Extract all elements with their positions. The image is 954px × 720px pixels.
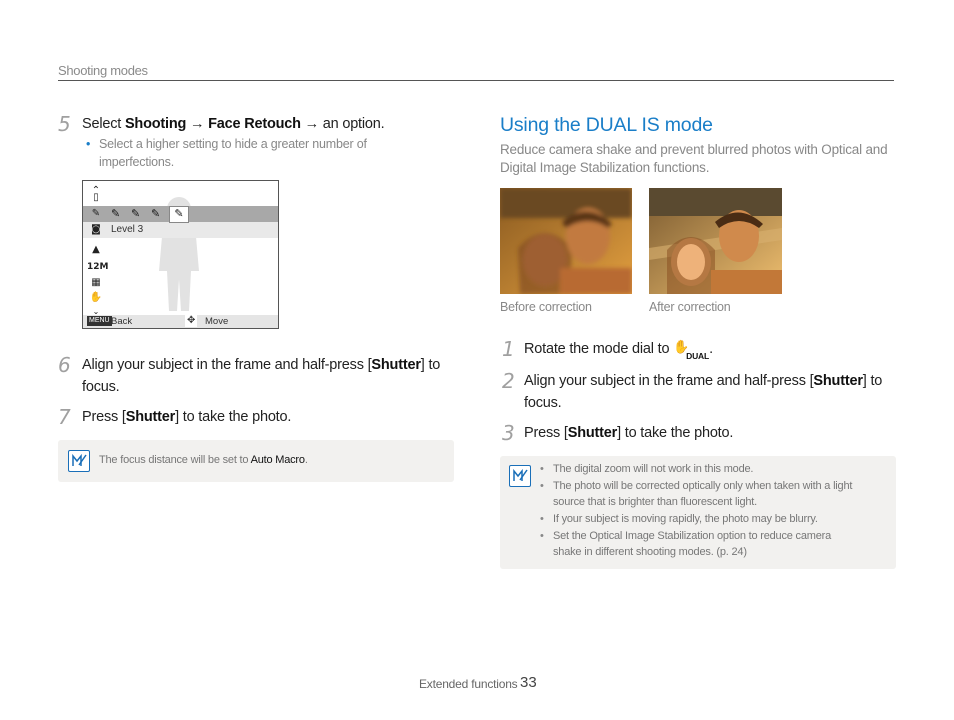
face-detect-icon: ◙ bbox=[91, 224, 101, 235]
footer-section-label: Extended functions bbox=[419, 677, 518, 691]
note-icon bbox=[68, 450, 90, 472]
right-step-1-pre: Rotate the mode dial to bbox=[524, 341, 670, 357]
camera-screen: ⌃ ▯ ✎ ◙ ▲ 12M ▦ ✋ ⌄ ✎ ✎ ✎ ✎ Level 3 MENU… bbox=[82, 180, 279, 329]
screen-bottom-bar: MENU Back ✥ Move bbox=[83, 315, 278, 328]
note-item: If your subject is moving rapidly, the p… bbox=[540, 511, 860, 527]
step-number-7: 7 bbox=[58, 405, 71, 429]
step-7-bold: Shutter bbox=[125, 409, 176, 425]
right-step-number-2: 2 bbox=[502, 369, 515, 393]
section-header: Shooting modes bbox=[58, 63, 148, 78]
section-title: Using the DUAL IS mode bbox=[500, 114, 713, 136]
caption-before: Before correction bbox=[500, 300, 592, 314]
step-7-post: ] to take the photo. bbox=[175, 409, 292, 425]
menu-key: MENU bbox=[87, 316, 112, 326]
step-6-pre: Align your subject in the frame and half… bbox=[82, 357, 372, 373]
right-step-3-bold: Shutter bbox=[567, 425, 618, 441]
quality-icon: ▦ bbox=[91, 277, 101, 288]
retouch-level-icon: ✎ bbox=[91, 208, 101, 219]
note-item: The photo will be corrected optically on… bbox=[540, 478, 860, 510]
dual-is-mode-icon: ✋ DUAL bbox=[673, 340, 709, 361]
step-5-text: Select Shooting → Face Retouch → an opti… bbox=[82, 113, 452, 135]
right-step-1-post: . bbox=[709, 341, 714, 357]
back-label: Back bbox=[111, 316, 133, 327]
note-item: Set the Optical Image Stabilization opti… bbox=[540, 528, 860, 560]
after-correction-photo bbox=[649, 188, 782, 294]
left-note-box: The focus distance will be set to Auto M… bbox=[58, 440, 454, 482]
level-label: Level 3 bbox=[111, 224, 144, 235]
step-5-bold-1: Shooting bbox=[124, 116, 187, 132]
left-note-text: The focus distance will be set to Auto M… bbox=[99, 452, 449, 469]
retouch-option-2[interactable]: ✎ bbox=[131, 207, 140, 220]
before-correction-photo bbox=[500, 188, 632, 294]
retouch-option-4-selected[interactable]: ✎ bbox=[169, 206, 189, 223]
right-note-box: The digital zoom will not work in this m… bbox=[500, 456, 896, 569]
step-5-bullet: Select a higher setting to hide a greate… bbox=[99, 137, 367, 169]
section-description: Reduce camera shake and prevent blurred … bbox=[500, 142, 888, 175]
right-note-list: The digital zoom will not work in this m… bbox=[540, 461, 860, 560]
note-bold: Auto Macro bbox=[250, 454, 305, 466]
right-step-3-pre: Press [ bbox=[524, 425, 568, 441]
focus-icon: ▯ bbox=[93, 192, 99, 203]
dual-icon-label: DUAL bbox=[686, 351, 709, 362]
right-step-1-text: Rotate the mode dial to ✋ DUAL . bbox=[524, 338, 884, 361]
note-post: . bbox=[304, 454, 308, 466]
right-note-icon bbox=[509, 465, 531, 487]
page-number: 33 bbox=[520, 674, 537, 691]
right-step-2-text: Align your subject in the frame and half… bbox=[524, 370, 889, 414]
step-number-6: 6 bbox=[58, 353, 71, 377]
step-5-arrow: → bbox=[186, 116, 209, 132]
right-step-3-text: Press [Shutter] to take the photo. bbox=[524, 422, 884, 444]
note-item: The digital zoom will not work in this m… bbox=[540, 461, 860, 477]
stabilizer-icon: ✋ bbox=[89, 292, 103, 303]
right-step-3-post: ] to take the photo. bbox=[617, 425, 734, 441]
caption-after: After correction bbox=[649, 300, 731, 314]
move-label: Move bbox=[205, 316, 229, 327]
step-7-pre: Press [ bbox=[82, 409, 126, 425]
step-5-pre: Select bbox=[82, 116, 125, 132]
header-divider bbox=[58, 80, 894, 81]
retouch-option-3[interactable]: ✎ bbox=[151, 207, 160, 220]
scene-icon: ▲ bbox=[92, 244, 100, 255]
bullet-dot: • bbox=[86, 137, 91, 151]
step-7-text: Press [Shutter] to take the photo. bbox=[82, 406, 442, 428]
step-6-text: Align your subject in the frame and half… bbox=[82, 354, 447, 398]
right-step-2-pre: Align your subject in the frame and half… bbox=[524, 373, 814, 389]
resolution-icon: 12M bbox=[87, 262, 109, 272]
navigation-pad-icon: ✥ bbox=[185, 315, 198, 327]
note-pre: The focus distance will be set to bbox=[99, 454, 251, 466]
right-step-number-1: 1 bbox=[502, 337, 515, 361]
retouch-option-1[interactable]: ✎ bbox=[111, 207, 120, 220]
step-5-bold-2: Face Retouch bbox=[208, 116, 301, 132]
right-step-2-bold: Shutter bbox=[813, 373, 863, 389]
step-number-5: 5 bbox=[58, 112, 71, 136]
step-5-post: → an option. bbox=[300, 116, 385, 132]
right-step-number-3: 3 bbox=[502, 421, 515, 445]
step-6-bold: Shutter bbox=[371, 357, 421, 373]
